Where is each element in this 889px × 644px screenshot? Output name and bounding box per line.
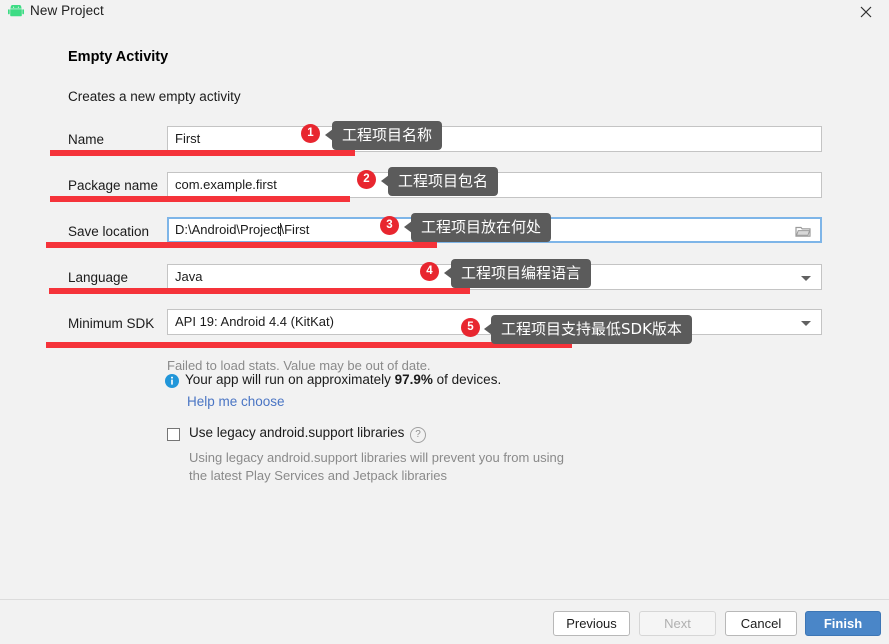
label-save-location: Save location xyxy=(68,224,150,239)
package-name-input-value: com.example.first xyxy=(175,177,277,192)
label-minimum-sdk: Minimum SDK xyxy=(68,316,155,331)
annotation-underline-2 xyxy=(50,196,350,202)
use-legacy-libraries-checkbox[interactable] xyxy=(167,428,180,441)
annotation-underline-4 xyxy=(49,288,470,294)
window-title: New Project xyxy=(30,3,104,18)
annotation-badge-5: 5 xyxy=(461,318,480,337)
help-me-choose-link[interactable]: Help me choose xyxy=(187,394,285,409)
title-bar: New Project xyxy=(0,0,889,25)
label-name: Name xyxy=(68,132,105,147)
cancel-button[interactable]: Cancel xyxy=(725,611,797,636)
label-language: Language xyxy=(68,270,129,285)
annotation-callout-2: 工程项目包名 xyxy=(380,167,499,196)
close-icon[interactable] xyxy=(843,0,889,24)
annotation-callout-3: 工程项目放在何处 xyxy=(403,213,552,242)
dialog-footer: Previous Next Cancel Finish xyxy=(0,599,889,644)
page-title: Empty Activity xyxy=(68,49,169,65)
info-icon xyxy=(165,374,179,393)
stats-warning-text: Failed to load stats. Value may be out o… xyxy=(167,358,431,373)
finish-button[interactable]: Finish xyxy=(805,611,881,636)
question-mark-icon[interactable]: ? xyxy=(410,427,426,443)
previous-button[interactable]: Previous xyxy=(553,611,630,636)
chevron-down-icon[interactable] xyxy=(801,321,811,326)
use-legacy-libraries-label: Use legacy android.support libraries xyxy=(189,425,405,440)
folder-browse-icon[interactable] xyxy=(795,224,811,241)
device-coverage-suffix: of devices. xyxy=(432,372,502,387)
use-legacy-libraries-description-line2: the latest Play Services and Jetpack lib… xyxy=(189,468,447,483)
annotation-badge-1: 1 xyxy=(301,124,320,143)
dialog-content: Empty Activity Creates a new empty activ… xyxy=(0,24,889,599)
annotation-badge-4: 4 xyxy=(420,262,439,281)
annotation-callout-5: 工程项目支持最低SDK版本 xyxy=(484,315,692,344)
use-legacy-libraries-description-line1: Using legacy android.support libraries w… xyxy=(189,450,565,465)
device-coverage-prefix: Your app will run on approximately xyxy=(185,372,395,387)
label-package-name: Package name xyxy=(68,178,159,193)
next-button: Next xyxy=(639,611,716,636)
annotation-callout-4: 工程项目编程语言 xyxy=(443,259,592,288)
device-coverage-text: Your app will run on approximately 97.9%… xyxy=(185,372,501,387)
annotation-underline-3 xyxy=(46,242,437,248)
minimum-sdk-select-value: API 19: Android 4.4 (KitKat) xyxy=(175,314,334,329)
device-coverage-percent: 97.9% xyxy=(394,372,433,387)
annotation-callout-1: 工程项目名称 xyxy=(324,121,443,150)
name-input-value: First xyxy=(175,131,201,146)
save-location-input-value: D:\Android\Project\First xyxy=(175,222,310,237)
chevron-down-icon[interactable] xyxy=(801,276,811,281)
annotation-badge-3: 3 xyxy=(380,216,399,235)
name-input[interactable]: First xyxy=(167,126,822,152)
annotation-underline-1 xyxy=(50,150,355,156)
android-robot-icon xyxy=(8,2,24,18)
annotation-badge-2: 2 xyxy=(357,170,376,189)
page-subtitle: Creates a new empty activity xyxy=(68,89,241,104)
language-select-value: Java xyxy=(175,269,203,284)
